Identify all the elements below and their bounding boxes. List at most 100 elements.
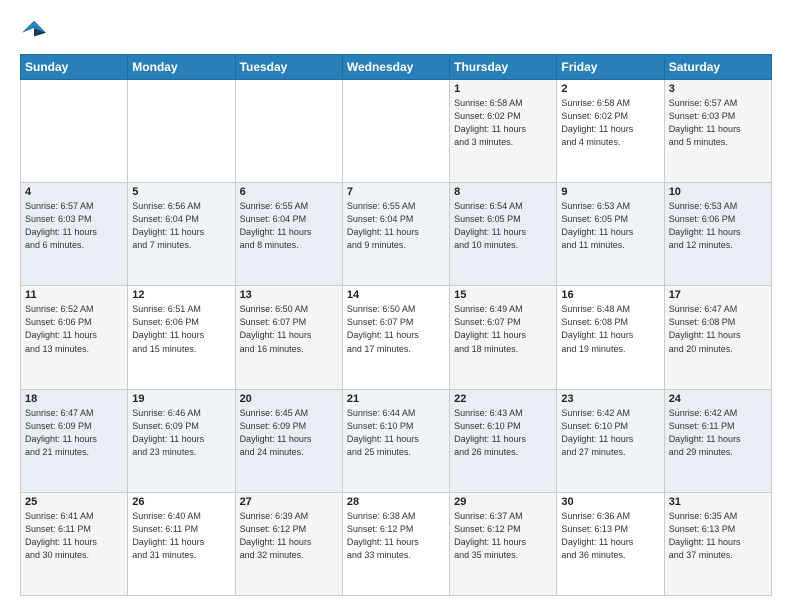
calendar-week-row: 25Sunrise: 6:41 AMSunset: 6:11 PMDayligh… xyxy=(21,492,772,595)
weekday-header: Wednesday xyxy=(342,55,449,80)
day-info: Sunrise: 6:53 AMSunset: 6:05 PMDaylight:… xyxy=(561,200,659,252)
day-number: 24 xyxy=(669,393,767,405)
day-info: Sunrise: 6:50 AMSunset: 6:07 PMDaylight:… xyxy=(240,303,338,355)
calendar-day-cell: 31 Sunrise: 6:35 AMSunset: 6:13 PMDayligh… xyxy=(664,492,771,595)
calendar-day-cell: 5 Sunrise: 6:56 AMSunset: 6:04 PMDaylight… xyxy=(128,183,235,286)
calendar-day-cell: 17 Sunrise: 6:47 AMSunset: 6:08 PMDayligh… xyxy=(664,286,771,389)
day-number: 5 xyxy=(132,186,230,198)
calendar-day-cell: 9 Sunrise: 6:53 AMSunset: 6:05 PMDaylight… xyxy=(557,183,664,286)
day-info: Sunrise: 6:41 AMSunset: 6:11 PMDaylight:… xyxy=(25,510,123,562)
day-number: 1 xyxy=(454,83,552,95)
calendar-day-cell: 28 Sunrise: 6:38 AMSunset: 6:12 PMDayligh… xyxy=(342,492,449,595)
calendar-day-cell: 15Sunrise: 6:49 AMSunset: 6:07 PMDayligh… xyxy=(450,286,557,389)
weekday-header: Saturday xyxy=(664,55,771,80)
calendar-day-cell: 25Sunrise: 6:41 AMSunset: 6:11 PMDayligh… xyxy=(21,492,128,595)
weekday-header: Thursday xyxy=(450,55,557,80)
calendar-day-cell: 11 Sunrise: 6:52 AMSunset: 6:06 PMDayligh… xyxy=(21,286,128,389)
calendar-day-cell: 3Sunrise: 6:57 AMSunset: 6:03 PMDaylight… xyxy=(664,80,771,183)
day-number: 20 xyxy=(240,393,338,405)
calendar-day-cell: 26Sunrise: 6:40 AMSunset: 6:11 PMDayligh… xyxy=(128,492,235,595)
day-info: Sunrise: 6:42 AMSunset: 6:10 PMDaylight:… xyxy=(561,407,659,459)
calendar-table: SundayMondayTuesdayWednesdayThursdayFrid… xyxy=(20,54,772,596)
calendar-week-row: 1 Sunrise: 6:58 AMSunset: 6:02 PMDaylight… xyxy=(21,80,772,183)
calendar-day-cell: 6 Sunrise: 6:55 AMSunset: 6:04 PMDaylight… xyxy=(235,183,342,286)
calendar-day-cell: 23 Sunrise: 6:42 AMSunset: 6:10 PMDayligh… xyxy=(557,389,664,492)
day-number: 16 xyxy=(561,289,659,301)
day-number: 12 xyxy=(132,289,230,301)
calendar-day-cell: 30Sunrise: 6:36 AMSunset: 6:13 PMDayligh… xyxy=(557,492,664,595)
calendar-day-cell: 22 Sunrise: 6:43 AMSunset: 6:10 PMDayligh… xyxy=(450,389,557,492)
day-info: Sunrise: 6:47 AMSunset: 6:08 PMDaylight:… xyxy=(669,303,767,355)
calendar-week-row: 18Sunrise: 6:47 AMSunset: 6:09 PMDayligh… xyxy=(21,389,772,492)
calendar-day-cell: 7Sunrise: 6:55 AMSunset: 6:04 PMDaylight… xyxy=(342,183,449,286)
day-info: Sunrise: 6:45 AMSunset: 6:09 PMDaylight:… xyxy=(240,407,338,459)
calendar-day-cell: 12 Sunrise: 6:51 AMSunset: 6:06 PMDayligh… xyxy=(128,286,235,389)
calendar-empty-cell xyxy=(342,80,449,183)
day-info: Sunrise: 6:37 AMSunset: 6:12 PMDaylight:… xyxy=(454,510,552,562)
calendar-empty-cell xyxy=(21,80,128,183)
day-number: 2 xyxy=(561,83,659,95)
day-info: Sunrise: 6:55 AMSunset: 6:04 PMDaylight:… xyxy=(240,200,338,252)
day-info: Sunrise: 6:58 AMSunset: 6:02 PMDaylight:… xyxy=(561,97,659,149)
calendar-day-cell: 14 Sunrise: 6:50 AMSunset: 6:07 PMDayligh… xyxy=(342,286,449,389)
day-number: 11 xyxy=(25,289,123,301)
calendar-day-cell: 18Sunrise: 6:47 AMSunset: 6:09 PMDayligh… xyxy=(21,389,128,492)
day-number: 22 xyxy=(454,393,552,405)
calendar-empty-cell xyxy=(128,80,235,183)
logo-bird-icon xyxy=(20,16,48,44)
day-info: Sunrise: 6:47 AMSunset: 6:09 PMDaylight:… xyxy=(25,407,123,459)
day-number: 4 xyxy=(25,186,123,198)
day-number: 7 xyxy=(347,186,445,198)
day-info: Sunrise: 6:38 AMSunset: 6:12 PMDaylight:… xyxy=(347,510,445,562)
calendar-day-cell: 27Sunrise: 6:39 AMSunset: 6:12 PMDayligh… xyxy=(235,492,342,595)
logo xyxy=(20,16,52,44)
calendar-week-row: 4 Sunrise: 6:57 AMSunset: 6:03 PMDaylight… xyxy=(21,183,772,286)
day-number: 28 xyxy=(347,496,445,508)
day-info: Sunrise: 6:56 AMSunset: 6:04 PMDaylight:… xyxy=(132,200,230,252)
day-info: Sunrise: 6:49 AMSunset: 6:07 PMDaylight:… xyxy=(454,303,552,355)
day-number: 21 xyxy=(347,393,445,405)
day-number: 19 xyxy=(132,393,230,405)
header xyxy=(20,16,772,44)
day-number: 3 xyxy=(669,83,767,95)
day-info: Sunrise: 6:48 AMSunset: 6:08 PMDaylight:… xyxy=(561,303,659,355)
day-number: 8 xyxy=(454,186,552,198)
calendar-empty-cell xyxy=(235,80,342,183)
calendar-day-cell: 19Sunrise: 6:46 AMSunset: 6:09 PMDayligh… xyxy=(128,389,235,492)
day-info: Sunrise: 6:53 AMSunset: 6:06 PMDaylight:… xyxy=(669,200,767,252)
day-info: Sunrise: 6:54 AMSunset: 6:05 PMDaylight:… xyxy=(454,200,552,252)
day-info: Sunrise: 6:57 AMSunset: 6:03 PMDaylight:… xyxy=(25,200,123,252)
calendar-day-cell: 13Sunrise: 6:50 AMSunset: 6:07 PMDayligh… xyxy=(235,286,342,389)
calendar-day-cell: 21 Sunrise: 6:44 AMSunset: 6:10 PMDayligh… xyxy=(342,389,449,492)
weekday-header: Sunday xyxy=(21,55,128,80)
day-number: 29 xyxy=(454,496,552,508)
calendar-day-cell: 29 Sunrise: 6:37 AMSunset: 6:12 PMDayligh… xyxy=(450,492,557,595)
calendar-day-cell: 8 Sunrise: 6:54 AMSunset: 6:05 PMDaylight… xyxy=(450,183,557,286)
day-info: Sunrise: 6:44 AMSunset: 6:10 PMDaylight:… xyxy=(347,407,445,459)
calendar-day-cell: 24 Sunrise: 6:42 AMSunset: 6:11 PMDayligh… xyxy=(664,389,771,492)
day-number: 31 xyxy=(669,496,767,508)
calendar-week-row: 11 Sunrise: 6:52 AMSunset: 6:06 PMDayligh… xyxy=(21,286,772,389)
day-number: 6 xyxy=(240,186,338,198)
day-number: 17 xyxy=(669,289,767,301)
calendar-day-cell: 10 Sunrise: 6:53 AMSunset: 6:06 PMDayligh… xyxy=(664,183,771,286)
day-number: 23 xyxy=(561,393,659,405)
day-number: 14 xyxy=(347,289,445,301)
day-number: 10 xyxy=(669,186,767,198)
day-info: Sunrise: 6:58 AMSunset: 6:02 PMDaylight:… xyxy=(454,97,552,149)
weekday-header: Friday xyxy=(557,55,664,80)
day-info: Sunrise: 6:51 AMSunset: 6:06 PMDaylight:… xyxy=(132,303,230,355)
calendar-day-cell: 20 Sunrise: 6:45 AMSunset: 6:09 PMDayligh… xyxy=(235,389,342,492)
day-info: Sunrise: 6:42 AMSunset: 6:11 PMDaylight:… xyxy=(669,407,767,459)
day-number: 27 xyxy=(240,496,338,508)
calendar-day-cell: 16 Sunrise: 6:48 AMSunset: 6:08 PMDayligh… xyxy=(557,286,664,389)
page: SundayMondayTuesdayWednesdayThursdayFrid… xyxy=(0,0,792,612)
day-info: Sunrise: 6:43 AMSunset: 6:10 PMDaylight:… xyxy=(454,407,552,459)
day-number: 9 xyxy=(561,186,659,198)
weekday-header: Tuesday xyxy=(235,55,342,80)
day-info: Sunrise: 6:52 AMSunset: 6:06 PMDaylight:… xyxy=(25,303,123,355)
day-info: Sunrise: 6:36 AMSunset: 6:13 PMDaylight:… xyxy=(561,510,659,562)
day-info: Sunrise: 6:50 AMSunset: 6:07 PMDaylight:… xyxy=(347,303,445,355)
day-info: Sunrise: 6:35 AMSunset: 6:13 PMDaylight:… xyxy=(669,510,767,562)
day-number: 26 xyxy=(132,496,230,508)
